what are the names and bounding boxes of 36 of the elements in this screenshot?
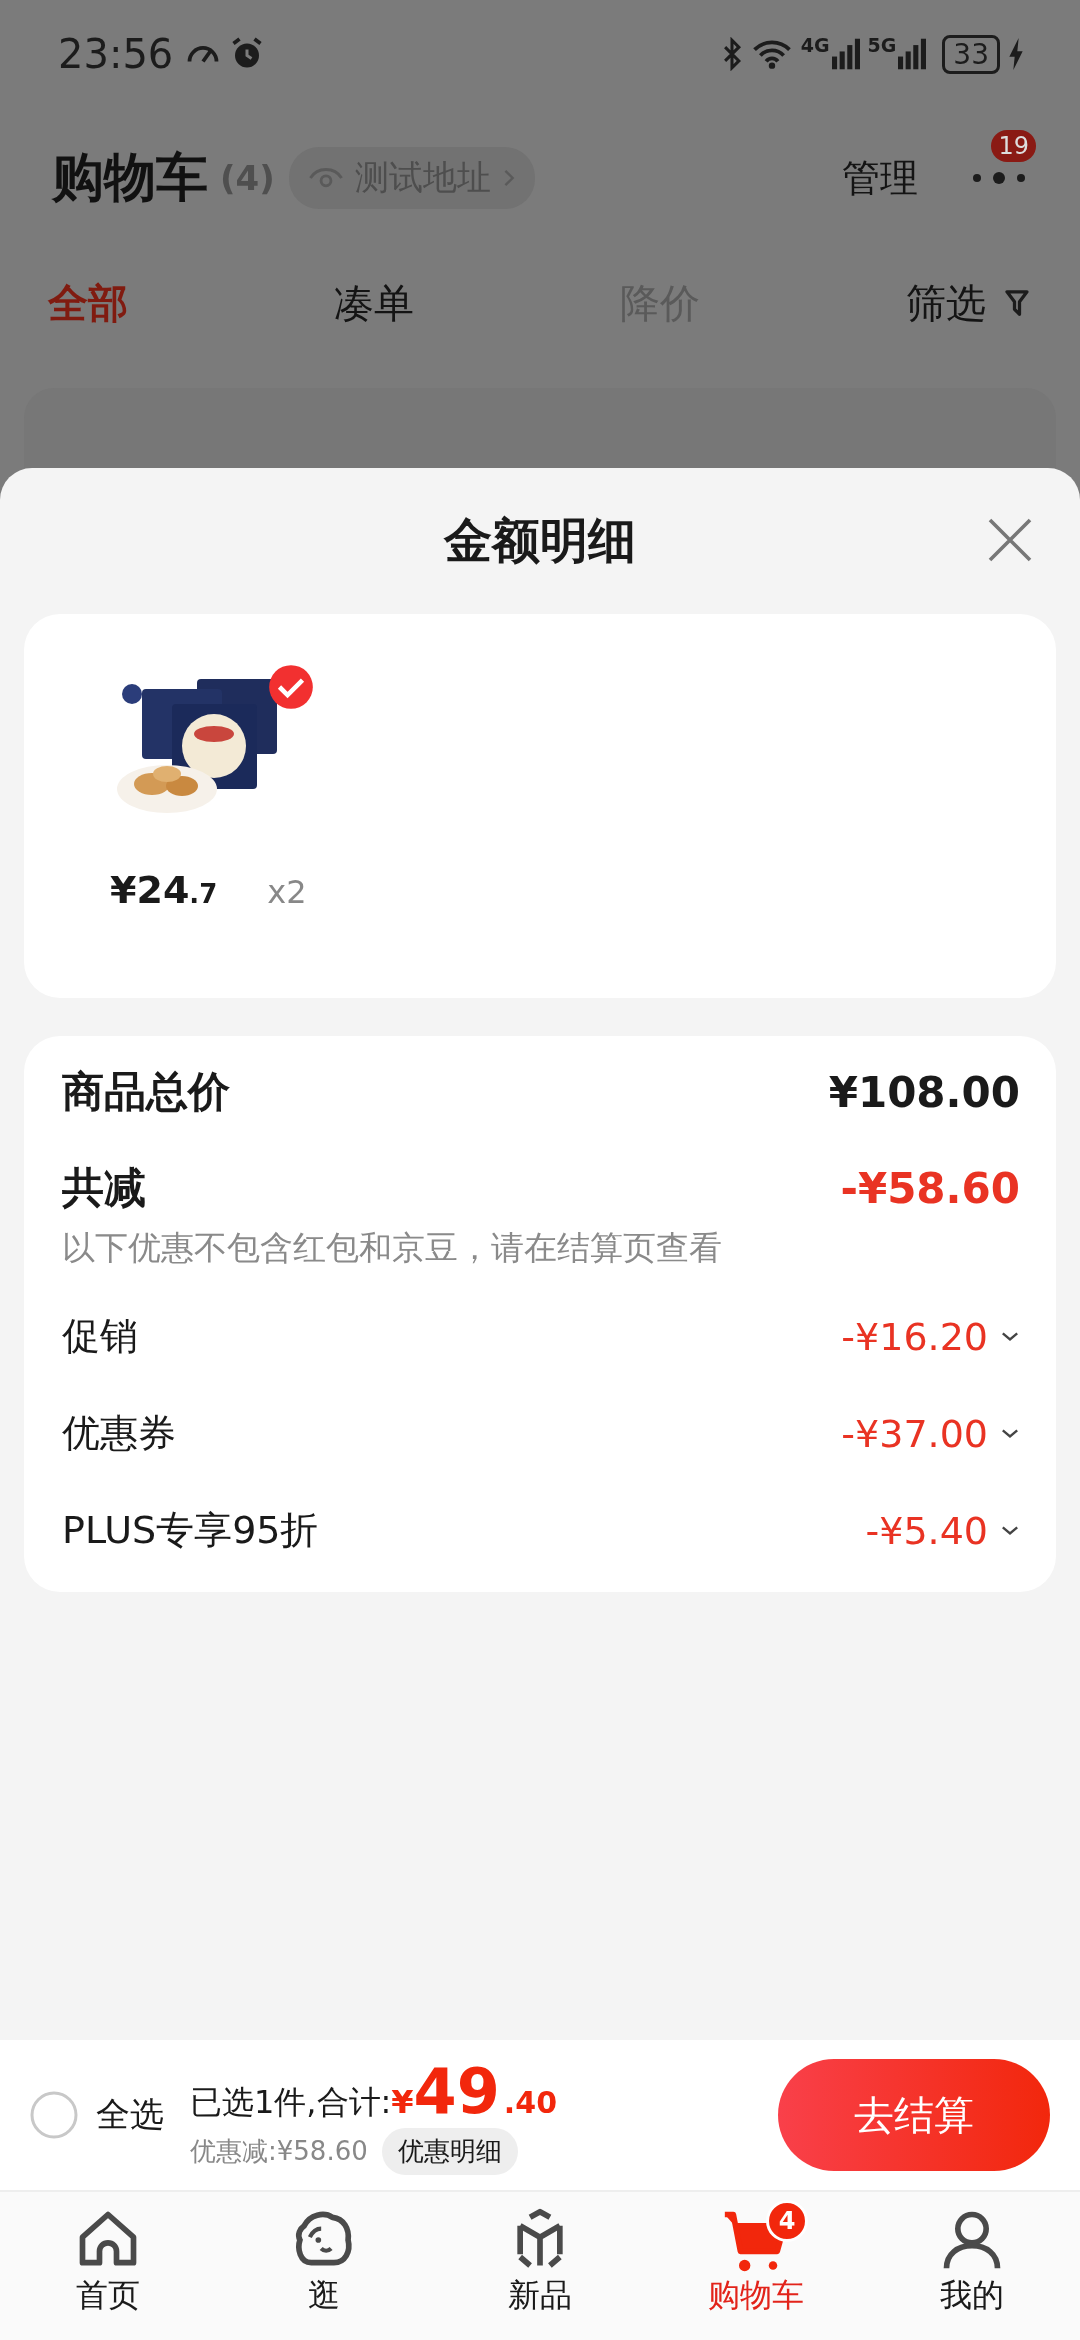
subtotal-amount: ¥108.00 (828, 1067, 1020, 1117)
discount-details-button[interactable]: 优惠明细 (381, 2128, 518, 2175)
manage-button[interactable]: 管理 (842, 152, 918, 204)
subtotal-label: 商品总价 (62, 1066, 230, 1118)
discount-amount[interactable]: -¥5.40 (865, 1508, 1020, 1553)
product-price: ¥24.7 (110, 868, 218, 912)
tab[interactable]: 凑单 (334, 275, 620, 331)
total-label: 已选1件,合计: (190, 2082, 392, 2123)
checkout-button[interactable]: 去结算 (778, 2059, 1050, 2171)
tab[interactable]: 全部 (48, 275, 334, 331)
reduction-note: 以下优惠不包含红包和京豆，请在结算页查看 (62, 1227, 723, 1269)
discount-total: 优惠减:¥58.60 (190, 2135, 368, 2168)
page-title: 购物车 (52, 146, 208, 209)
nav-tab[interactable]: 我的 (864, 2192, 1080, 2340)
status-time: 23:56 (58, 31, 174, 77)
discount-amount[interactable]: -¥16.20 (841, 1314, 1020, 1359)
total-amount: ¥49.40 (391, 2055, 557, 2128)
select-all-label: 全选 (96, 2093, 164, 2136)
discount-label: 促销 (62, 1313, 138, 1360)
reduction-amount: -¥58.60 (840, 1163, 1020, 1213)
sheet-title: 金额明细 (444, 511, 636, 570)
nav-tab[interactable]: 逛 (216, 2192, 432, 2340)
nav-tab[interactable]: 首页 (0, 2192, 216, 2340)
network-label: 4G (800, 34, 830, 56)
nav-tab[interactable]: 新品 (432, 2192, 648, 2340)
reduction-label: 共减 (62, 1162, 146, 1214)
filter-button[interactable]: 筛选 (906, 275, 1030, 331)
product-quantity: x2 (267, 873, 307, 911)
discount-label: PLUS专享95折 (62, 1507, 319, 1554)
discount-label: 优惠券 (62, 1410, 176, 1457)
network-label: 5G (867, 34, 897, 56)
discount-amount[interactable]: -¥37.00 (841, 1411, 1020, 1456)
battery-level: 33 (942, 34, 1000, 74)
cart-count-badge: 4 (766, 2200, 808, 2242)
notification-badge: 19 (991, 130, 1036, 162)
nav-tab[interactable]: 4 购物车 (648, 2192, 864, 2340)
